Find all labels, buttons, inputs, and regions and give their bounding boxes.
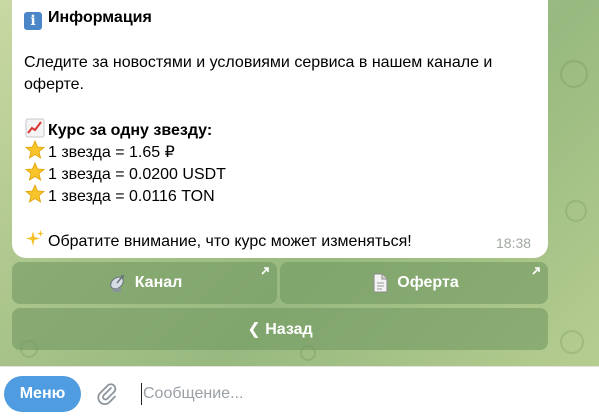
notice-text: Обратите внимание, что курс может изменя… [48, 233, 412, 250]
offer-button-label: Оферта [397, 274, 459, 291]
message-text-line-1: Следите за новостями и условиями сервиса… [24, 54, 493, 71]
external-link-icon [261, 267, 269, 275]
rate-usdt-text: 1 звезда = 0.0200 USDT [48, 166, 226, 183]
rates-heading-row: Курс за одну звезду: [24, 118, 212, 142]
text-cursor [141, 383, 142, 405]
document-icon [373, 273, 388, 293]
message-title-row: i Информация [24, 7, 152, 30]
message-input[interactable] [143, 379, 583, 409]
paperclip-icon[interactable] [94, 381, 120, 407]
channel-button-label: Канал [134, 274, 183, 291]
message-text-line-2: оферте. [24, 76, 84, 93]
message-time: 18:38 [496, 235, 532, 251]
rate-ton-text: 1 звезда = 0.0116 TON [48, 188, 215, 205]
channel-button[interactable]: Канал [12, 262, 277, 304]
chart-increasing-icon [25, 118, 45, 138]
rate-row-usdt: 1 звезда = 0.0200 USDT [24, 162, 226, 186]
rate-row-ton: 1 звезда = 0.0116 TON [24, 184, 215, 208]
back-button-label: ❮ Назад [247, 321, 313, 338]
star-icon [24, 162, 46, 181]
rate-row-rub: 1 звезда = 1.65 ₽ [24, 140, 175, 164]
menu-button-label: Меню [19, 385, 66, 402]
notice-row: Обратите внимание, что курс может изменя… [24, 229, 412, 253]
sparkles-icon [26, 230, 44, 246]
star-icon [24, 184, 46, 203]
offer-button[interactable]: Оферта [280, 262, 548, 304]
menu-button[interactable]: Меню [4, 376, 81, 412]
rates-heading: Курс за одну звезду: [48, 122, 213, 139]
back-button[interactable]: ❮ Назад [12, 308, 548, 350]
rate-rub-text: 1 звезда = 1.65 ₽ [48, 144, 175, 161]
message-composer: Меню [0, 366, 599, 419]
satellite-antenna-icon [109, 274, 124, 292]
star-icon [24, 140, 46, 159]
message-title: Информация [48, 9, 152, 26]
info-icon: i [24, 12, 42, 30]
external-link-icon [532, 267, 540, 275]
